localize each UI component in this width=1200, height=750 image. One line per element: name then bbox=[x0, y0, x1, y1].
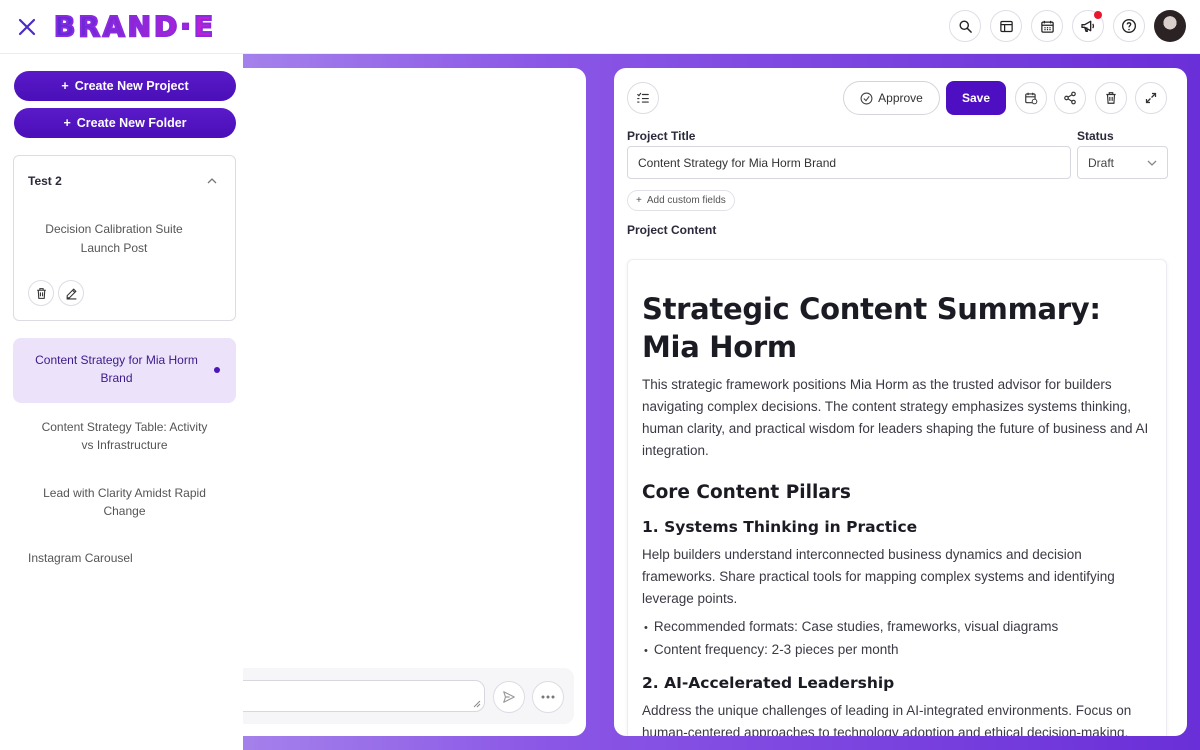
sidebar: + Create New Project + Create New Folder… bbox=[0, 54, 243, 750]
project-item-label: Content Strategy for Mia Horm Brand bbox=[35, 353, 198, 385]
status-value: Draft bbox=[1088, 155, 1115, 170]
project-content-label: Project Content bbox=[627, 223, 717, 237]
section-2-heading: 2. AI-Accelerated Leadership bbox=[642, 674, 895, 692]
user-avatar[interactable] bbox=[1154, 10, 1186, 42]
expand-button[interactable] bbox=[1135, 82, 1167, 114]
chevron-down-icon bbox=[1147, 160, 1157, 166]
send-button[interactable] bbox=[493, 681, 525, 713]
help-button[interactable] bbox=[1113, 10, 1145, 42]
project-title-label: Project Title bbox=[627, 129, 696, 143]
active-indicator bbox=[214, 367, 220, 373]
list-item: Recommended formats: Case studies, frame… bbox=[642, 616, 1152, 639]
approve-button[interactable]: Approve bbox=[843, 81, 940, 115]
layout-icon bbox=[999, 20, 1013, 32]
folder-title[interactable]: Test 2 bbox=[28, 174, 62, 188]
create-project-label: Create New Project bbox=[74, 79, 189, 93]
create-folder-label: Create New Folder bbox=[76, 116, 187, 130]
pencil-icon bbox=[66, 287, 77, 299]
notification-dot bbox=[1094, 11, 1102, 19]
section-1-heading: 1. Systems Thinking in Practice bbox=[642, 518, 918, 536]
layout-button[interactable] bbox=[990, 10, 1022, 42]
delete-folder-button[interactable] bbox=[28, 280, 54, 306]
help-icon bbox=[1122, 19, 1136, 33]
create-folder-button[interactable]: + Create New Folder bbox=[14, 108, 236, 138]
calendar-icon bbox=[1040, 20, 1054, 33]
status-label: Status bbox=[1077, 129, 1114, 143]
more-options-button[interactable] bbox=[532, 681, 564, 713]
plus-icon: + bbox=[61, 79, 69, 93]
section-2-body: Address the unique challenges of leading… bbox=[642, 703, 1132, 736]
more-dots-icon bbox=[541, 695, 555, 699]
status-select[interactable]: Draft bbox=[1077, 146, 1168, 179]
project-content-editor[interactable]: Strategic Content Summary: Mia Horm This… bbox=[627, 259, 1167, 736]
pillars-heading: Core Content Pillars bbox=[642, 482, 851, 503]
document-heading: Strategic Content Summary: Mia Horm bbox=[642, 292, 1101, 364]
close-icon[interactable] bbox=[14, 14, 40, 40]
edit-folder-button[interactable] bbox=[58, 280, 84, 306]
calendar-button[interactable] bbox=[1031, 10, 1063, 42]
folder-card: Test 2 Decision Calibration Suite Launch… bbox=[13, 155, 236, 321]
search-button[interactable] bbox=[949, 10, 981, 42]
project-editor: Approve Save Project Title Status Conten… bbox=[614, 68, 1187, 736]
delete-button[interactable] bbox=[1095, 82, 1127, 114]
send-icon bbox=[503, 691, 515, 703]
resize-handle-icon[interactable] bbox=[473, 700, 481, 708]
project-title-value: Content Strategy for Mia Horm Brand bbox=[638, 155, 837, 170]
folder-item[interactable]: Decision Calibration Suite Launch Post bbox=[34, 220, 194, 258]
project-item[interactable]: Instagram Carousel bbox=[13, 549, 236, 567]
create-project-button[interactable]: + Create New Project bbox=[14, 71, 236, 101]
share-icon bbox=[1064, 91, 1076, 105]
approve-label: Approve bbox=[878, 91, 923, 105]
list-item: Content frequency: 2-3 pieces per month bbox=[642, 639, 1152, 662]
add-custom-fields-label: Add custom fields bbox=[646, 195, 726, 206]
document-intro: This strategic framework positions Mia H… bbox=[642, 377, 1149, 458]
brand-logo: BRAND·E bbox=[53, 9, 217, 44]
plus-icon: + bbox=[63, 116, 71, 130]
trash-icon bbox=[36, 287, 46, 299]
chevron-up-icon[interactable] bbox=[207, 178, 217, 184]
checklist-icon bbox=[637, 92, 649, 103]
project-title-input[interactable]: Content Strategy for Mia Horm Brand bbox=[627, 146, 1071, 179]
share-button[interactable] bbox=[1054, 82, 1086, 114]
expand-icon bbox=[1145, 92, 1157, 104]
add-custom-fields-button[interactable]: + Add custom fields bbox=[627, 190, 735, 211]
check-circle-icon bbox=[860, 92, 873, 104]
save-button[interactable]: Save bbox=[946, 81, 1006, 115]
plus-icon: + bbox=[636, 195, 642, 206]
schedule-button[interactable] bbox=[1015, 82, 1047, 114]
top-bar: BRAND·E bbox=[0, 0, 1200, 54]
search-icon bbox=[959, 20, 972, 33]
project-item[interactable]: Content Strategy Table: Activity vs Infr… bbox=[13, 418, 236, 454]
project-item-active[interactable]: Content Strategy for Mia Horm Brand bbox=[13, 338, 236, 403]
announcements-button[interactable] bbox=[1072, 10, 1104, 42]
project-item[interactable]: Lead with Clarity Amidst Rapid Change bbox=[13, 484, 236, 520]
calendar-clock-icon bbox=[1025, 92, 1038, 105]
megaphone-icon bbox=[1081, 20, 1095, 32]
checklist-button[interactable] bbox=[627, 82, 659, 114]
section-1-body: Help builders understand interconnected … bbox=[642, 547, 1115, 606]
trash-icon bbox=[1106, 92, 1116, 104]
